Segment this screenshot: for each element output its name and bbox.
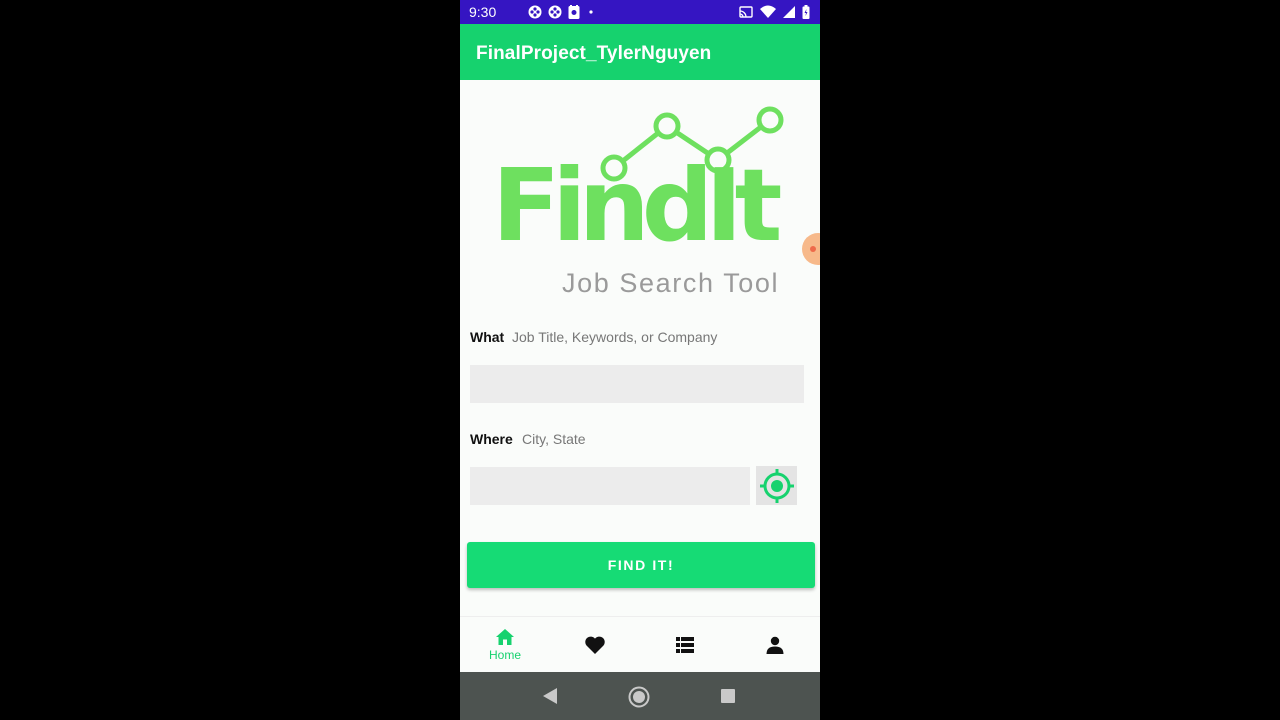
dot-icon bbox=[589, 10, 593, 14]
app-title: FinalProject_TylerNguyen bbox=[476, 43, 712, 64]
system-nav-bar bbox=[460, 672, 820, 720]
my-location-icon bbox=[759, 468, 794, 503]
nav-label-home: Home bbox=[488, 648, 521, 662]
badge-app-icon bbox=[568, 5, 580, 19]
what-label: What bbox=[470, 329, 505, 345]
list-icon bbox=[676, 637, 694, 653]
home-nav-icon[interactable] bbox=[628, 686, 650, 708]
phone-screen: 9:30 FinalProject_TylerNguyen FindIt Job… bbox=[460, 0, 820, 720]
findit-logo: FindIt Job Search Tool bbox=[488, 96, 808, 306]
system-icons bbox=[739, 5, 810, 19]
cast-icon bbox=[739, 6, 753, 18]
home-icon bbox=[496, 629, 514, 645]
what-hint: Job Title, Keywords, or Company bbox=[512, 329, 718, 345]
where-input[interactable] bbox=[470, 467, 750, 505]
status-time: 9:30 bbox=[469, 4, 497, 20]
recents-icon[interactable] bbox=[720, 688, 736, 704]
where-label: Where bbox=[470, 431, 513, 447]
back-icon[interactable] bbox=[542, 687, 558, 705]
logo-wordmark: FindIt bbox=[492, 147, 782, 264]
nav-item-profile[interactable] bbox=[730, 617, 820, 673]
nav-item-list[interactable] bbox=[640, 617, 730, 673]
person-icon bbox=[766, 636, 784, 654]
floating-bubble-dot bbox=[810, 246, 816, 252]
nav-item-favorites[interactable] bbox=[550, 617, 640, 673]
where-hint: City, State bbox=[522, 431, 586, 447]
game-controller-icon bbox=[548, 5, 562, 19]
battery-icon bbox=[802, 5, 810, 19]
find-it-button[interactable]: FIND IT! bbox=[467, 542, 815, 588]
signal-icon bbox=[783, 6, 795, 18]
status-bar: 9:30 bbox=[460, 0, 820, 24]
game-controller-icon bbox=[528, 5, 542, 19]
app-bar: FinalProject_TylerNguyen bbox=[460, 24, 820, 80]
nav-item-home[interactable]: Home bbox=[460, 617, 550, 673]
bottom-nav: Home bbox=[460, 616, 820, 673]
locate-button[interactable] bbox=[756, 466, 797, 505]
logo-tagline: Job Search Tool bbox=[562, 268, 780, 298]
what-input[interactable] bbox=[470, 365, 804, 403]
wifi-icon bbox=[760, 5, 776, 18]
notification-icons bbox=[528, 5, 596, 19]
heart-icon bbox=[585, 636, 605, 654]
